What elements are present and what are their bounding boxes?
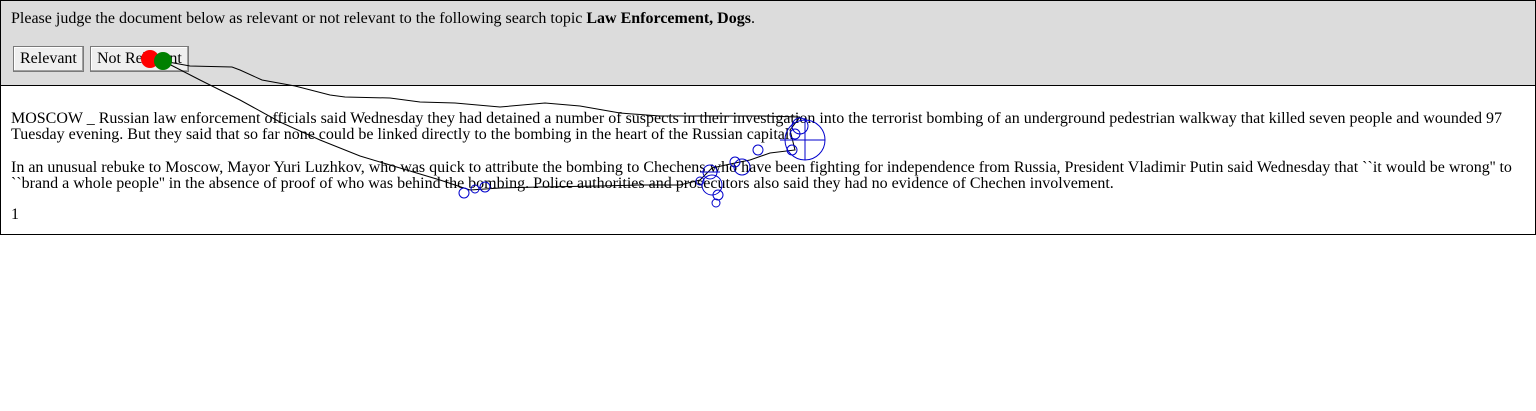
instruction-suffix: . — [750, 10, 755, 27]
document-paragraph-2: In an unusual rebuke to Moscow, Mayor Yu… — [11, 159, 1512, 192]
judgment-header: Please judge the document below as relev… — [0, 0, 1536, 86]
relevant-button[interactable]: Relevant — [13, 46, 84, 72]
search-topic: Law Enforcement, Dogs — [586, 10, 751, 27]
not-relevant-button[interactable]: Not Relevant — [90, 46, 189, 72]
instruction-prefix: Please judge the document below as relev… — [11, 10, 587, 27]
page-number: 1 — [11, 206, 19, 223]
document-paragraph-1: MOSCOW _ Russian law enforcement officia… — [11, 110, 1502, 143]
document-panel: MOSCOW _ Russian law enforcement officia… — [0, 85, 1536, 235]
instruction-text: Please judge the document below as relev… — [11, 9, 755, 29]
